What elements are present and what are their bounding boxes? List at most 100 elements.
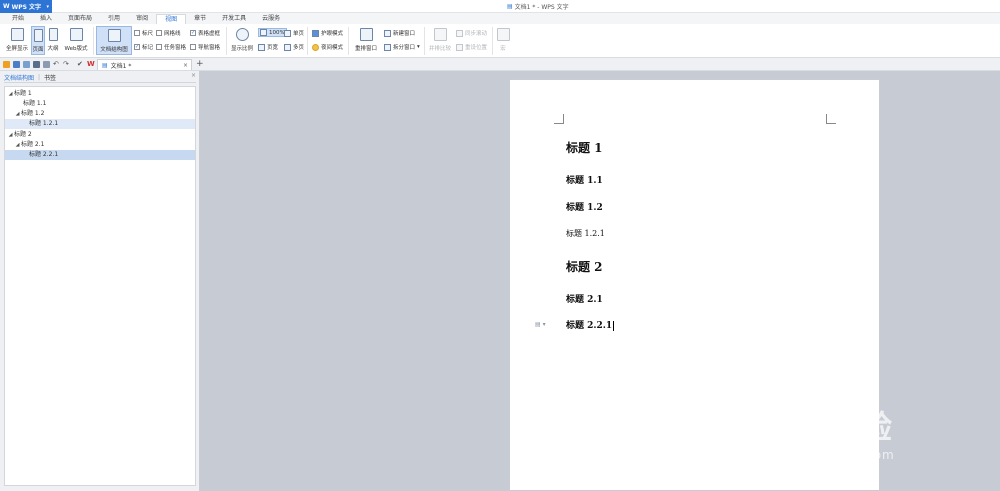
text-cursor <box>613 320 615 331</box>
tab-cloud[interactable]: 云服务 <box>254 14 288 24</box>
wps-w-icon[interactable]: W <box>87 61 95 68</box>
new-window-button[interactable]: 新建窗口 <box>384 29 415 37</box>
tab-developer[interactable]: 开发工具 <box>214 14 254 24</box>
ribbon-tabs: 开始 插入 页面布局 引用 审阅 视图 章节 开发工具 云服务 <box>0 13 1000 24</box>
checkbox-icon <box>156 30 162 36</box>
paragraph-handle-icon[interactable]: ▤ ▾ <box>535 321 546 328</box>
tab-section[interactable]: 章节 <box>186 14 214 24</box>
expand-arrow-icon[interactable]: ◢ <box>14 140 21 150</box>
print-icon[interactable] <box>33 61 40 68</box>
moon-icon <box>312 43 319 51</box>
divider: | <box>38 74 41 81</box>
one-page-icon <box>284 29 291 37</box>
doc-structure-button[interactable]: 文档结构图 <box>96 26 132 55</box>
split-window-button[interactable]: 拆分窗口 ▾ <box>384 43 420 51</box>
gridlines-checkbox[interactable]: 网格线 <box>156 29 181 37</box>
close-icon[interactable]: × <box>191 72 196 79</box>
undo-icon[interactable]: ↶ <box>53 61 60 68</box>
tree-item-heading-1-2-1[interactable]: 标题 1.2.1 <box>5 119 195 129</box>
title-bar: W WPS 文字 ▾ ▤ 文档1 * - WPS 文字 <box>0 0 1000 13</box>
night-mode-button[interactable]: 夜间模式 <box>312 43 343 51</box>
divider <box>348 27 349 55</box>
new-tab-button[interactable]: + <box>196 59 204 69</box>
window-title: ▤ 文档1 * - WPS 文字 <box>507 3 569 11</box>
heading-1-2[interactable]: 标题 1.2 <box>566 200 603 213</box>
expand-arrow-icon[interactable]: ◢ <box>14 109 21 119</box>
arrange-window-icon <box>359 28 373 41</box>
watermark-brand: Bai经验 <box>767 408 893 446</box>
divider <box>93 27 94 55</box>
tree-item-heading-1-1[interactable]: 标题 1.1 <box>5 99 195 109</box>
tab-bookmarks[interactable]: 书签 <box>44 73 56 82</box>
checkbox-icon <box>134 30 140 36</box>
one-page-button[interactable]: 单页 <box>284 29 304 37</box>
margin-corner-mark <box>554 114 564 124</box>
expand-arrow-icon[interactable]: ◢ <box>7 89 14 99</box>
chevron-down-icon: ▾ <box>46 3 49 10</box>
macro-icon <box>496 28 510 41</box>
zoom-100-button[interactable]: 100% <box>258 28 287 37</box>
outline-button[interactable]: 大纲 <box>46 28 60 52</box>
redo-icon[interactable]: ↷ <box>63 61 70 68</box>
nav-pane-checkbox[interactable]: 导航窗格 <box>190 43 220 51</box>
tab-references[interactable]: 引用 <box>100 14 128 24</box>
side-by-side-button[interactable]: 并排比较 <box>428 28 452 52</box>
web-layout-icon <box>69 28 83 41</box>
table-gridlines-checkbox[interactable]: ✓ 表格虚框 <box>190 29 220 37</box>
app-menu-button[interactable]: W WPS 文字 ▾ <box>0 0 52 13</box>
tree-item-heading-2-2-1[interactable]: 标题 2.2.1 <box>5 150 195 160</box>
full-screen-button[interactable]: 全屏显示 <box>4 28 30 52</box>
eye-protect-button[interactable]: 护眼模式 <box>312 29 343 37</box>
chevron-down-icon: ▾ <box>417 44 420 50</box>
heading-2-1[interactable]: 标题 2.1 <box>566 292 603 305</box>
document-tab[interactable]: ▤ 文档1 * × <box>97 59 192 70</box>
tree-item-heading-1[interactable]: ◢ 标题 1 <box>5 89 195 99</box>
marks-checkbox[interactable]: ✓ 标记 <box>134 43 153 51</box>
heading-2-2-1[interactable]: 标题 2.2.1 <box>566 318 615 331</box>
save-icon[interactable] <box>13 61 20 68</box>
tab-review[interactable]: 审阅 <box>128 14 156 24</box>
nav-pane-header: 文档结构图 | 书签 <box>4 73 196 83</box>
arrange-window-button[interactable]: 重排窗口 <box>351 28 381 52</box>
multi-page-button[interactable]: 多页 <box>284 43 304 51</box>
customize-icon[interactable]: ✔ <box>77 61 84 68</box>
macro-button[interactable]: 宏 <box>496 28 510 52</box>
heading-1[interactable]: 标题 1 <box>566 139 603 156</box>
multi-page-icon <box>284 43 291 51</box>
tree-item-heading-1-2[interactable]: ◢ 标题 1.2 <box>5 109 195 119</box>
full-screen-icon <box>10 28 24 41</box>
split-window-icon <box>384 43 391 51</box>
tab-home[interactable]: 开始 <box>4 14 32 24</box>
tab-doc-structure[interactable]: 文档结构图 <box>4 73 34 82</box>
zoom-button[interactable]: 显示比例 <box>229 28 255 52</box>
sync-scroll-button[interactable]: 同步滚动 <box>456 29 487 37</box>
reset-position-button[interactable]: 重设位置 <box>456 43 487 51</box>
web-layout-button[interactable]: Web版式 <box>62 28 90 52</box>
heading-1-1[interactable]: 标题 1.1 <box>566 173 603 186</box>
tree-item-heading-2[interactable]: ◢ 标题 2 <box>5 130 195 140</box>
tab-insert[interactable]: 插入 <box>32 14 60 24</box>
margin-corner-mark <box>826 114 836 124</box>
open-folder-icon[interactable] <box>3 61 10 68</box>
ruler-checkbox[interactable]: 标尺 <box>134 29 153 37</box>
ribbon: 全屏显示 页面 大纲 Web版式 文档结构图 标尺 ✓ 标记 网格线 任务窗格 … <box>0 24 1000 58</box>
save-as-icon[interactable] <box>23 61 30 68</box>
close-icon[interactable]: × <box>183 62 188 69</box>
quick-access-toolbar: ↶ ↷ ✔ W ▤ 文档1 * × + <box>0 58 1000 71</box>
heading-1-2-1[interactable]: 标题 1.2.1 <box>566 228 605 239</box>
magnifier-icon <box>235 28 249 41</box>
task-pane-checkbox[interactable]: 任务窗格 <box>156 43 186 51</box>
app-name: WPS 文字 <box>11 4 42 11</box>
sync-scroll-icon <box>456 29 463 37</box>
page-width-button[interactable]: 页宽 <box>258 43 278 51</box>
side-by-side-icon <box>433 28 447 41</box>
print-preview-icon[interactable] <box>43 61 50 68</box>
heading-2[interactable]: 标题 2 <box>566 258 603 275</box>
watermark-url: jingyan.baidu.com <box>767 448 895 462</box>
tab-view[interactable]: 视图 <box>156 14 187 24</box>
page-view-button[interactable]: 页面 <box>31 26 45 55</box>
tab-page-layout[interactable]: 页面布局 <box>60 14 100 24</box>
expand-arrow-icon[interactable]: ◢ <box>7 130 14 140</box>
watermark: Bai经验 jingyan.baidu.com <box>767 402 894 462</box>
tree-item-heading-2-1[interactable]: ◢ 标题 2.1 <box>5 140 195 150</box>
